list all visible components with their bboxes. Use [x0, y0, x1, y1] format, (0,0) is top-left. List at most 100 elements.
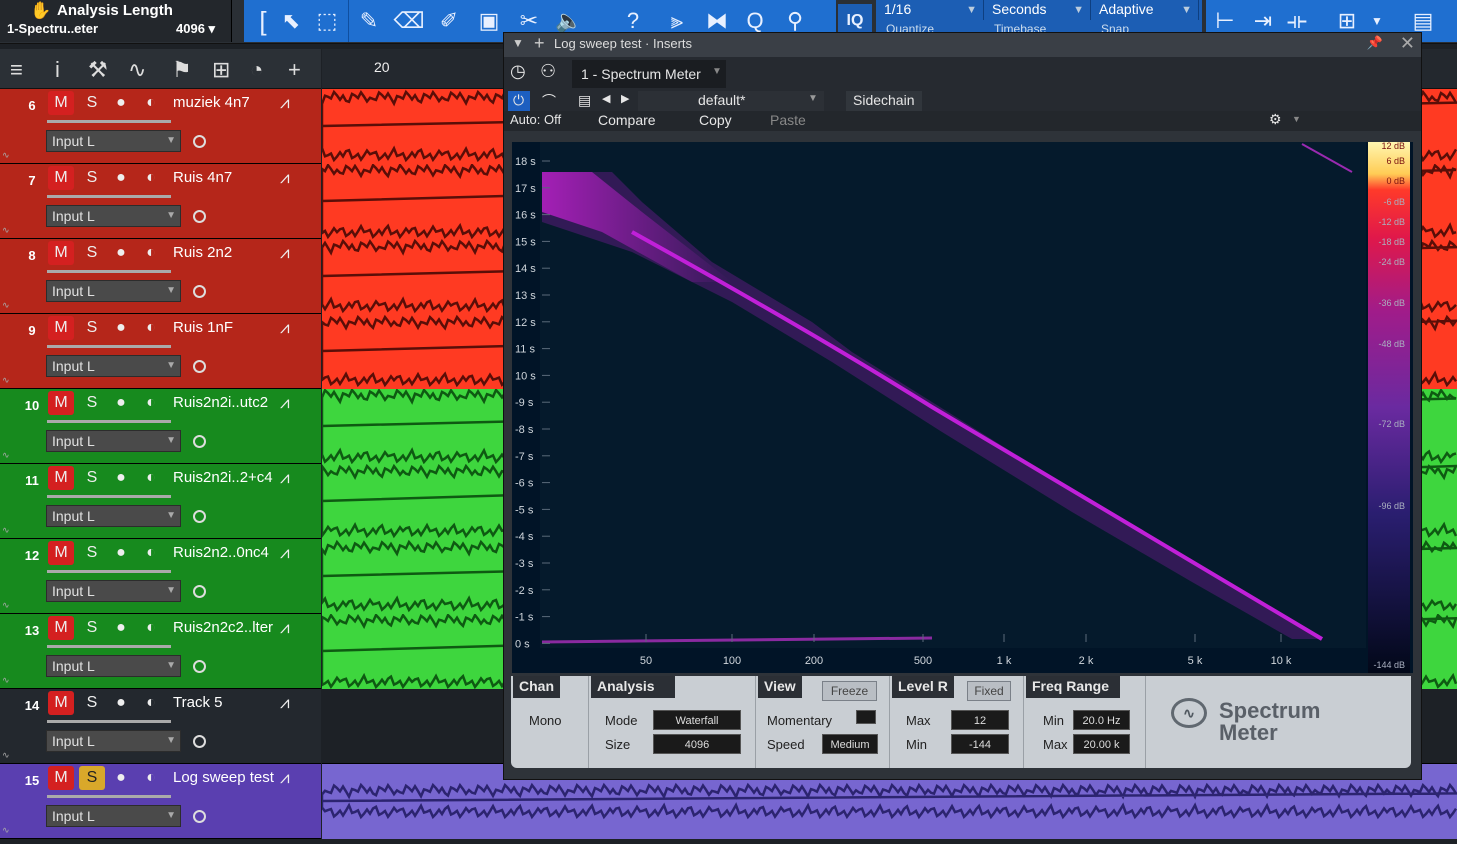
input-select[interactable]: Input L ▼: [46, 130, 181, 152]
chevron-down-icon[interactable]: ▼: [1292, 114, 1301, 124]
input-select[interactable]: Input L ▼: [46, 205, 181, 227]
mute-button[interactable]: M: [48, 541, 74, 565]
mute-button[interactable]: M: [48, 766, 74, 790]
mute-button[interactable]: M: [48, 166, 74, 190]
mute-button[interactable]: M: [48, 316, 74, 340]
track-row[interactable]: 7 M S ● ◐ Ruis 4n7 ⩘ Input L ▼ ∿: [0, 164, 321, 239]
mute-button[interactable]: M: [48, 691, 74, 715]
record-icon[interactable]: ●: [108, 691, 134, 715]
preset-file-icon[interactable]: ▤: [578, 92, 591, 109]
paste-button[interactable]: Paste: [770, 112, 806, 128]
track-row[interactable]: 6 M S ● ◐ muziek 4n7 ⩘ Input L ▼ ∿: [0, 89, 321, 164]
record-icon[interactable]: ●: [108, 541, 134, 565]
record-icon[interactable]: ●: [108, 166, 134, 190]
track-name[interactable]: Track 5: [173, 694, 222, 711]
output-icon[interactable]: [193, 210, 206, 223]
monitor-icon[interactable]: ◐: [138, 541, 164, 565]
sidechain-button[interactable]: Sidechain: [846, 91, 922, 111]
monitor-icon[interactable]: ◐: [138, 466, 164, 490]
routing-icon[interactable]: ⚇: [540, 61, 556, 82]
pencil-tool-icon[interactable]: ✎: [352, 4, 386, 38]
input-select[interactable]: Input L ▼: [46, 580, 181, 602]
record-icon[interactable]: ●: [108, 391, 134, 415]
bypass-icon[interactable]: ⌒: [542, 91, 556, 111]
track-row[interactable]: 10 M S ● ◐ Ruis2n2i..utc2 ⩘ Input L ▼ ∿: [0, 389, 321, 464]
size-select[interactable]: 4096: [653, 734, 741, 754]
volume-slider[interactable]: [47, 795, 171, 798]
volume-slider[interactable]: [47, 720, 171, 723]
range-tool-icon[interactable]: ⬚: [310, 4, 344, 38]
arrow-tool-icon[interactable]: ⬉: [274, 4, 308, 38]
mute-button[interactable]: M: [48, 91, 74, 115]
auto-toggle[interactable]: Auto: Off: [510, 112, 561, 127]
output-icon[interactable]: [193, 810, 206, 823]
collapse-icon[interactable]: ▼: [512, 36, 524, 50]
freq-min-input[interactable]: 20.0 Hz: [1073, 710, 1130, 730]
volume-slider[interactable]: [47, 345, 171, 348]
waveform-icon[interactable]: ⩘: [280, 243, 290, 263]
fixed-button[interactable]: Fixed: [967, 681, 1011, 701]
input-select[interactable]: Input L ▼: [46, 730, 181, 752]
output-icon[interactable]: [193, 510, 206, 523]
mute-button[interactable]: M: [48, 616, 74, 640]
solo-button[interactable]: S: [79, 166, 105, 190]
solo-button[interactable]: S: [79, 616, 105, 640]
monitor-icon[interactable]: ◐: [138, 391, 164, 415]
insert-select[interactable]: 1 - Spectrum Meter ▼: [572, 60, 726, 88]
monitor-icon[interactable]: ◐: [138, 766, 164, 790]
freq-max-input[interactable]: 20.00 k: [1073, 734, 1130, 754]
momentary-toggle[interactable]: [856, 710, 876, 724]
monitor-icon[interactable]: ◐: [138, 166, 164, 190]
volume-slider[interactable]: [47, 645, 171, 648]
record-icon[interactable]: ●: [108, 466, 134, 490]
record-icon[interactable]: ●: [108, 241, 134, 265]
mute-button[interactable]: M: [48, 391, 74, 415]
waveform-icon[interactable]: ⩘: [280, 543, 290, 563]
output-icon[interactable]: [193, 285, 206, 298]
record-icon[interactable]: ●: [108, 316, 134, 340]
waveform-icon[interactable]: ⩘: [280, 618, 290, 638]
volume-slider[interactable]: [47, 270, 171, 273]
monitor-icon[interactable]: ◐: [138, 616, 164, 640]
record-icon[interactable]: ●: [108, 766, 134, 790]
track-name[interactable]: Ruis 4n7: [173, 169, 232, 186]
solo-button[interactable]: S: [79, 691, 105, 715]
waveform-icon[interactable]: ⩘: [280, 768, 290, 788]
track-row[interactable]: 9 M S ● ◐ Ruis 1nF ⩘ Input L ▼ ∿: [0, 314, 321, 389]
output-icon[interactable]: [193, 360, 206, 373]
next-preset-icon[interactable]: ▶: [621, 92, 629, 105]
track-name[interactable]: Ruis2n2c2..lter: [173, 619, 273, 636]
power-icon[interactable]: ⏻: [508, 91, 530, 111]
track-row[interactable]: 13 M S ● ◐ Ruis2n2c2..lter ⩘ Input L ▼ ∿: [0, 614, 321, 689]
track-row[interactable]: 8 M S ● ◐ Ruis 2n2 ⩘ Input L ▼ ∿: [0, 239, 321, 314]
volume-slider[interactable]: [47, 570, 171, 573]
gear-icon[interactable]: ⚙: [1269, 111, 1282, 128]
solo-button[interactable]: S: [79, 466, 105, 490]
solo-button[interactable]: S: [79, 541, 105, 565]
volume-slider[interactable]: [47, 420, 171, 423]
input-select[interactable]: Input L ▼: [46, 655, 181, 677]
output-icon[interactable]: [193, 135, 206, 148]
mode-select[interactable]: Waterfall: [653, 710, 741, 730]
record-icon[interactable]: ●: [108, 91, 134, 115]
output-icon[interactable]: [193, 735, 206, 748]
waveform-icon[interactable]: ⩘: [280, 468, 290, 488]
eraser-tool-icon[interactable]: ⌫: [392, 4, 426, 38]
track-name[interactable]: muziek 4n7: [173, 94, 250, 111]
add-track-icon[interactable]: +: [288, 57, 301, 83]
record-icon[interactable]: ●: [108, 616, 134, 640]
flag-icon[interactable]: ⚑: [172, 57, 192, 83]
output-icon[interactable]: [193, 435, 206, 448]
menu-icon[interactable]: ≡: [10, 57, 23, 83]
solo-button[interactable]: S: [79, 241, 105, 265]
freeze-button[interactable]: Freeze: [822, 681, 877, 701]
mute-button[interactable]: M: [48, 466, 74, 490]
monitor-icon[interactable]: ◐: [138, 241, 164, 265]
info-icon[interactable]: i: [55, 57, 60, 83]
track-name[interactable]: Ruis2n2i..utc2: [173, 394, 268, 411]
speed-select[interactable]: Medium: [822, 734, 878, 754]
timebase-select[interactable]: Seconds ▼: [984, 0, 1091, 20]
wrench-icon[interactable]: ⚒: [88, 57, 108, 83]
chan-value[interactable]: Mono: [529, 713, 562, 728]
spectrum-display[interactable]: 18 s 17 s 16 s 15 s 14 s 13 s 12 s 11 s 10 s -9 s…: [512, 141, 1413, 673]
